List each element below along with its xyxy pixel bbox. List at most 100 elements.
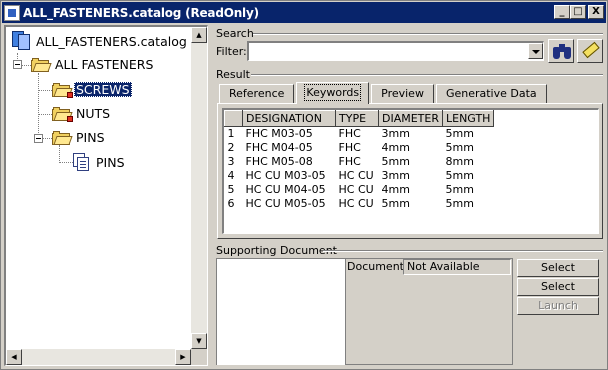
table-cell: 2 <box>227 141 235 154</box>
select-button[interactable]: Select <box>517 259 599 277</box>
table-cell: 3mm <box>381 127 410 140</box>
scroll-right-icon[interactable]: ▶ <box>175 349 191 365</box>
tree-connector <box>38 114 52 115</box>
table-cell: 5mm <box>445 127 474 140</box>
supporting-separator <box>323 250 603 252</box>
window-title: ALL_FASTENERS.catalog (ReadOnly) <box>23 5 259 20</box>
filter-combobox[interactable] <box>247 41 544 61</box>
tree-vertical-scrollbar[interactable]: ▲ ▼ <box>191 27 207 349</box>
table-cell: 5mm <box>445 141 474 154</box>
table-cell: HC CU <box>338 197 374 210</box>
table-cell: FHC <box>338 127 361 140</box>
tab-generative-data[interactable]: Generative Data <box>435 84 547 104</box>
tree-family-pins[interactable]: PINS <box>52 130 107 145</box>
tree-family-screws[interactable]: SCREWS <box>52 82 132 98</box>
table-cell: HC CU <box>338 169 374 182</box>
component-family-icon <box>73 153 91 171</box>
column-header-type[interactable]: TYPE <box>335 110 379 127</box>
column-header-designation[interactable]: DESIGNATION <box>242 110 336 127</box>
scroll-down-icon[interactable]: ▼ <box>191 333 207 349</box>
result-tabs: Reference Keywords Preview Generative Da… <box>219 82 549 104</box>
tree-connector <box>38 73 39 137</box>
column-header-index[interactable] <box>224 110 243 127</box>
tree-connector <box>59 145 60 163</box>
table-cell: 5mm <box>381 155 410 168</box>
table-cell: 4mm <box>381 183 410 196</box>
tab-keywords[interactable]: Keywords <box>296 82 370 104</box>
table-cell: 3 <box>227 155 235 168</box>
table-cell: 3mm <box>381 169 410 182</box>
table-cell: FHC <box>338 155 361 168</box>
table-cell: 8mm <box>445 155 474 168</box>
tree-family-label: SCREWS <box>74 82 132 97</box>
maximize-button[interactable]: □ <box>570 5 586 19</box>
scroll-up-icon[interactable]: ▲ <box>191 27 207 43</box>
scroll-left-icon[interactable]: ◀ <box>6 349 22 365</box>
table-cell: HC CU <box>338 183 374 196</box>
tree-family-label: PINS <box>76 130 105 145</box>
tree-root-catalog[interactable]: ALL_FASTENERS.catalog <box>12 31 189 51</box>
table-cell: FHC M05-08 <box>245 155 313 168</box>
tree-component-pins[interactable]: PINS <box>73 153 127 171</box>
table-cell: HC CU M03-05 <box>245 169 326 182</box>
close-button[interactable]: X <box>588 5 604 19</box>
scrollbar-corner <box>191 349 207 365</box>
binoculars-icon <box>553 44 571 60</box>
keywords-table[interactable]: DESIGNATION TYPE DIAMETER LENGTH 1 FHC M0… <box>222 108 599 234</box>
clear-filter-button[interactable] <box>577 39 603 63</box>
column-header-length[interactable]: LENGTH <box>441 110 495 127</box>
table-row[interactable]: 6 HC CU M05-05 HC CU 5mm 5mm <box>225 197 494 211</box>
family-folder-icon <box>52 82 73 98</box>
document-value: Not Available <box>403 259 511 275</box>
table-cell: HC CU M04-05 <box>245 183 326 196</box>
tree-chapter-all-fasteners[interactable]: ALL FASTENERS <box>31 57 155 72</box>
table-row[interactable]: 5 HC CU M04-05 HC CU 4mm 5mm <box>225 183 494 197</box>
catalog-book-icon <box>12 31 31 51</box>
table-cell: 5 <box>227 183 235 196</box>
collapse-toggle-icon[interactable] <box>13 60 22 69</box>
table-cell: FHC M04-05 <box>245 141 313 154</box>
column-header-diameter[interactable]: DIAMETER <box>378 110 443 127</box>
table-cell: FHC <box>338 141 361 154</box>
supporting-document-view <box>216 258 346 365</box>
table-row[interactable]: 4 HC CU M03-05 HC CU 3mm 5mm <box>225 169 494 183</box>
catalog-tree: ALL_FASTENERS.catalog ALL FASTENERS SCRE… <box>6 27 191 349</box>
family-folder-icon <box>52 106 73 122</box>
table-row[interactable]: 1 FHC M03-05 FHC 3mm 5mm <box>225 127 494 142</box>
table-cell: 6 <box>227 197 235 210</box>
table-row[interactable]: 2 FHC M04-05 FHC 4mm 5mm <box>225 141 494 155</box>
catalog-app-icon <box>4 4 20 21</box>
tab-preview[interactable]: Preview <box>371 84 434 104</box>
tree-family-nuts[interactable]: NUTS <box>52 106 112 122</box>
chevron-down-icon[interactable] <box>528 43 543 59</box>
tree-connector <box>59 162 73 163</box>
search-separator <box>253 33 603 35</box>
table-cell: 4 <box>227 169 235 182</box>
collapse-toggle-icon[interactable] <box>34 134 43 143</box>
tree-connector <box>43 138 52 139</box>
tree-family-label: NUTS <box>76 106 111 121</box>
table-row[interactable]: 3 FHC M05-08 FHC 5mm 8mm <box>225 155 494 169</box>
open-folder-icon <box>52 130 73 145</box>
table-cell: 4mm <box>381 141 410 154</box>
filter-label: Filter: <box>216 45 247 58</box>
open-folder-icon <box>31 57 52 72</box>
table-cell: 5mm <box>445 183 474 196</box>
launch-button[interactable]: Launch <box>517 297 599 315</box>
supporting-document-label: Supporting Document <box>216 244 337 257</box>
result-separator <box>251 74 603 76</box>
tree-horizontal-scrollbar[interactable]: ◀ ▶ <box>6 349 191 365</box>
tab-reference[interactable]: Reference <box>219 84 295 104</box>
select-preview-button[interactable]: Select Preview <box>517 278 599 309</box>
search-button[interactable] <box>548 39 574 63</box>
table-cell: 5mm <box>445 169 474 182</box>
table-cell: 1 <box>227 127 235 140</box>
tree-connector <box>38 90 52 91</box>
search-section-label: Search <box>216 27 254 40</box>
result-section-label: Result <box>216 68 250 81</box>
document-label: Document : <box>347 260 412 273</box>
pane-splitter[interactable] <box>209 25 214 369</box>
minimize-button[interactable]: _ <box>554 5 570 19</box>
title-bar[interactable]: ALL_FASTENERS.catalog (ReadOnly) _ □ X <box>2 2 606 23</box>
table-cell: HC CU M05-05 <box>245 197 326 210</box>
